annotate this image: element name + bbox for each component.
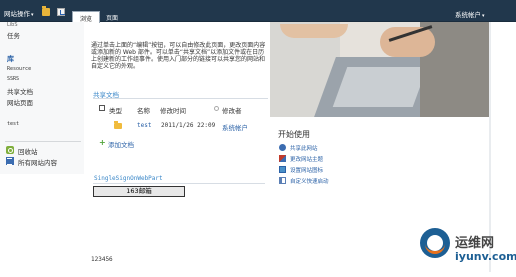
column-header-modified[interactable]: 修改时间 bbox=[160, 105, 186, 115]
chevron-down-icon: ▾ bbox=[31, 12, 34, 18]
nav-item-shared-documents[interactable]: 共享文档 bbox=[7, 86, 33, 96]
column-header-name[interactable]: 名称 bbox=[137, 105, 150, 115]
site-actions-menu[interactable]: 网站操作▾ bbox=[4, 8, 34, 18]
document-modified-by-link[interactable]: 系统帐户 bbox=[222, 122, 248, 132]
folder-icon bbox=[114, 121, 122, 129]
watermark-url: iyunv.com bbox=[455, 250, 516, 263]
getting-started-label: 设置网站图标 bbox=[290, 168, 324, 174]
webpart-title-divider bbox=[93, 183, 265, 184]
image-shape bbox=[280, 24, 348, 38]
add-document-link[interactable]: 添加文档 bbox=[108, 139, 134, 149]
image-shape bbox=[332, 67, 428, 107]
nav-item-cut[interactable]: LibS bbox=[7, 22, 18, 28]
column-header-type[interactable]: 类型 bbox=[109, 105, 122, 115]
sso-webpart-title: SingleSignOnWebPart bbox=[94, 175, 163, 182]
nav-item-ssrs[interactable]: SSRS bbox=[7, 76, 19, 82]
getting-started-label: 共享此网站 bbox=[290, 146, 318, 152]
nav-item-all-site-content[interactable]: 所有网站内容 bbox=[18, 157, 57, 167]
share-icon bbox=[279, 144, 286, 151]
add-icon: + bbox=[99, 138, 106, 147]
chevron-down-icon: ▾ bbox=[482, 13, 485, 19]
document-modified-date: 2011/1/26 22:09 bbox=[161, 122, 216, 129]
getting-started-label: 自定义快速启动 bbox=[290, 179, 329, 185]
nav-item-test[interactable]: test bbox=[7, 121, 19, 127]
nav-heading-libraries[interactable]: 库 bbox=[7, 54, 14, 64]
home-page-image bbox=[270, 22, 489, 117]
nav-item-recycle-bin[interactable]: 回收站 bbox=[18, 146, 38, 156]
document-name-link[interactable]: test bbox=[137, 122, 151, 129]
select-all-checkbox[interactable] bbox=[99, 105, 105, 111]
all-site-content-icon bbox=[6, 157, 14, 165]
getting-started-label: 更改网站主题 bbox=[290, 157, 324, 163]
quicklaunch-icon bbox=[279, 177, 286, 184]
picture-icon bbox=[279, 166, 286, 173]
user-menu[interactable]: 系统帐户▾ bbox=[455, 9, 485, 19]
mail-163-button[interactable]: 163邮箱 bbox=[93, 186, 185, 197]
edit-page-icon[interactable] bbox=[57, 8, 65, 16]
site-actions-label: 网站操作 bbox=[4, 10, 30, 18]
nav-divider bbox=[5, 141, 81, 142]
column-header-modified-by[interactable]: 修改者 bbox=[222, 105, 242, 115]
folder-icon[interactable] bbox=[42, 6, 50, 16]
image-shape bbox=[380, 27, 435, 57]
tab-page[interactable]: 页面 bbox=[100, 11, 124, 22]
theme-icon bbox=[279, 155, 286, 162]
column-filter-toggle[interactable] bbox=[214, 106, 219, 111]
recycle-bin-icon bbox=[6, 146, 14, 154]
user-name: 系统帐户 bbox=[455, 11, 481, 19]
nav-item-tasks[interactable]: 任务 bbox=[7, 30, 20, 40]
webpart-title-divider bbox=[93, 98, 268, 99]
getting-started-title: 开始使用 bbox=[278, 130, 310, 139]
nav-item-resource[interactable]: Resource bbox=[7, 66, 31, 72]
welcome-text: 通过单击上面的“编辑”按钮，可以自由修改此页面，更改页面内容或添加新的 Web … bbox=[91, 42, 266, 70]
watermark-text: 运维网 bbox=[455, 236, 495, 251]
nav-item-site-pages[interactable]: 网站页面 bbox=[7, 97, 33, 107]
content-text: 123456 bbox=[91, 256, 113, 263]
